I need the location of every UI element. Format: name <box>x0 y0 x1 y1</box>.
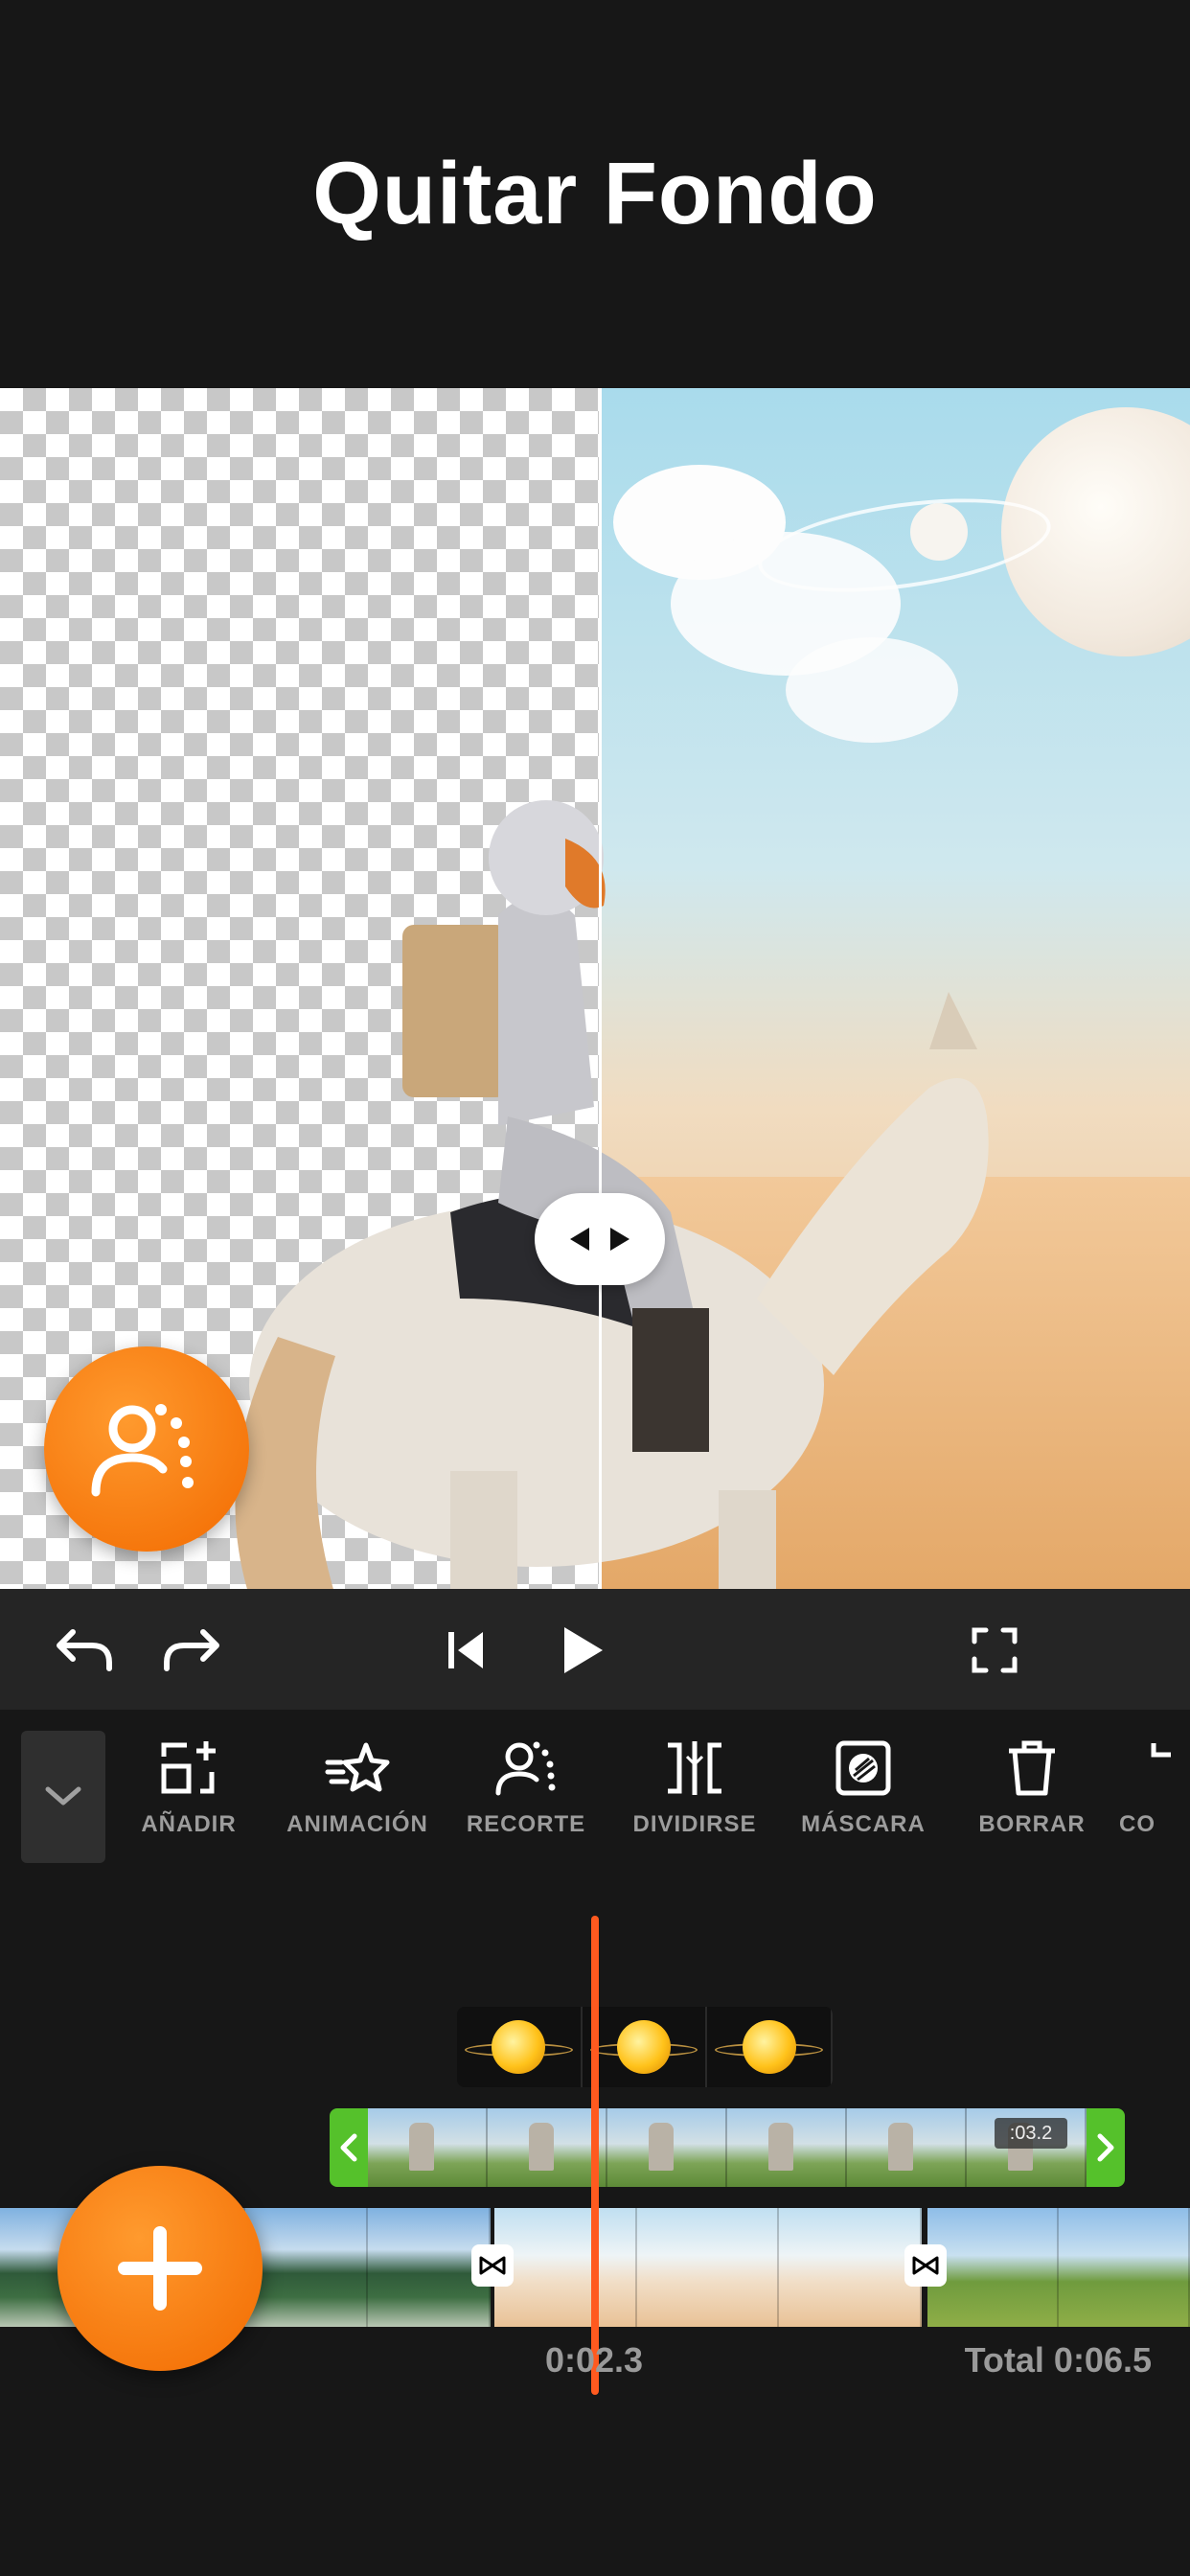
redo-arrow-icon <box>164 1629 219 1671</box>
skip-to-start-button[interactable] <box>427 1612 504 1689</box>
clip-frame <box>368 2108 488 2187</box>
rider-on-horse-image <box>235 800 989 1589</box>
header: Quitar Fondo <box>0 0 1190 388</box>
add-layer-icon <box>161 1741 216 1794</box>
play-icon <box>564 1627 603 1673</box>
transition-button[interactable] <box>904 2244 947 2287</box>
comparison-slider-handle[interactable] <box>535 1193 665 1285</box>
arrow-right-icon <box>610 1228 629 1251</box>
sticker-frame <box>707 2007 833 2087</box>
tool-label: CO <box>1119 1811 1156 1837</box>
clip-frame <box>488 2108 607 2187</box>
fullscreen-icon <box>972 1627 1018 1673</box>
tool-label: ANIMACIÓN <box>286 1811 428 1837</box>
current-time: 0:02.3 <box>544 2340 644 2380</box>
copy-icon <box>1151 1743 1171 1758</box>
tool-animation[interactable]: ANIMACIÓN <box>276 1736 439 1838</box>
playback-controls <box>0 1589 1190 1710</box>
tool-copy[interactable]: CO <box>1119 1736 1190 1838</box>
clip-frame <box>636 2208 780 2327</box>
clip-frame <box>927 2208 1059 2327</box>
undo-button[interactable] <box>46 1612 123 1689</box>
tool-label: MÁSCARA <box>801 1811 926 1837</box>
cutout-button[interactable] <box>44 1346 249 1552</box>
trim-handle-right[interactable] <box>1087 2108 1125 2187</box>
sticker-frame <box>583 2007 708 2087</box>
edit-toolbar: AÑADIR ANIMACIÓN RECORTE DIVIDIRSE MÁSCA… <box>0 1710 1190 1873</box>
sticker-frame <box>457 2007 583 2087</box>
clip-frame <box>847 2108 967 2187</box>
sticker-track-clip[interactable] <box>457 2007 833 2087</box>
skip-to-start-icon <box>448 1632 483 1668</box>
animation-star-icon <box>325 1742 390 1792</box>
mask-icon <box>835 1740 891 1796</box>
tool-label: RECORTE <box>466 1811 586 1837</box>
cloud <box>786 637 958 743</box>
transition-icon <box>912 2256 939 2275</box>
trash-icon <box>1009 1740 1055 1796</box>
clip-frame <box>607 2108 727 2187</box>
video-preview[interactable] <box>0 388 1190 1589</box>
tool-label: BORRAR <box>978 1811 1086 1837</box>
transition-icon <box>479 2256 506 2275</box>
undo-arrow-icon <box>57 1629 112 1671</box>
collapse-toolbar-button[interactable] <box>21 1731 105 1863</box>
redo-button[interactable] <box>153 1612 230 1689</box>
fullscreen-button[interactable] <box>956 1612 1033 1689</box>
cutout-person-icon <box>91 1404 194 1497</box>
cutout-person-icon <box>495 1741 556 1796</box>
tool-delete[interactable]: BORRAR <box>950 1736 1113 1838</box>
page-title: Quitar Fondo <box>312 145 878 242</box>
tool-label: DIVIDIRSE <box>632 1811 757 1837</box>
clip-duration-badge: :03.2 <box>995 2118 1067 2149</box>
comparison-divider <box>599 388 602 1589</box>
split-icon <box>668 1741 721 1795</box>
video-clip-desert[interactable] <box>494 2208 922 2327</box>
arrow-left-icon <box>570 1228 589 1251</box>
clip-frame <box>779 2208 922 2327</box>
tool-cutout[interactable]: RECORTE <box>445 1736 607 1838</box>
plus-icon <box>118 2226 202 2311</box>
clip-frames <box>368 2108 1087 2187</box>
play-button[interactable] <box>544 1612 621 1689</box>
clip-frame <box>727 2108 847 2187</box>
clip-frame <box>494 2208 637 2327</box>
playhead[interactable] <box>591 1916 599 2395</box>
tool-add[interactable]: AÑADIR <box>107 1736 270 1838</box>
moon-image <box>910 503 968 561</box>
trim-handle-left[interactable] <box>330 2108 368 2187</box>
clip-frame <box>1059 2208 1190 2327</box>
tool-mask[interactable]: MÁSCARA <box>782 1736 945 1838</box>
add-media-button[interactable] <box>57 2166 263 2371</box>
chevron-down-icon <box>45 1786 81 1806</box>
transition-button[interactable] <box>471 2244 514 2287</box>
tool-label: AÑADIR <box>141 1811 237 1837</box>
clip-frame <box>245 2208 368 2327</box>
tool-split[interactable]: DIVIDIRSE <box>613 1736 776 1838</box>
total-duration: Total 0:06.5 <box>964 2340 1152 2380</box>
chevron-left-icon <box>340 2133 357 2162</box>
video-clip-field[interactable] <box>927 2208 1190 2327</box>
chevron-right-icon <box>1097 2133 1114 2162</box>
